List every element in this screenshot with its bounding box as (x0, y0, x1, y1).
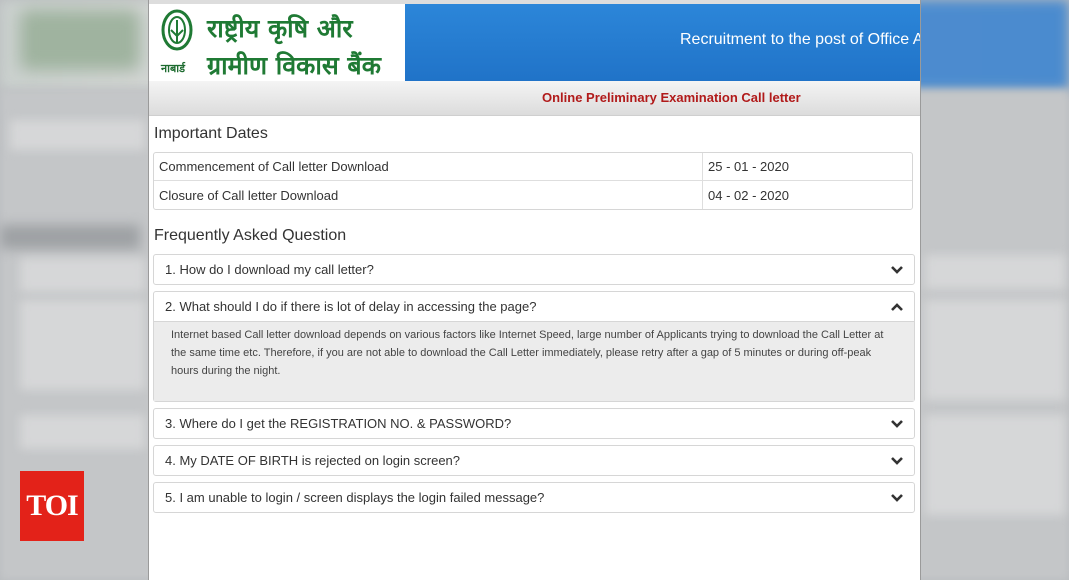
chevron-up-icon[interactable] (890, 300, 904, 314)
background-strip (20, 258, 145, 292)
date-value: 04 - 02 - 2020 (702, 181, 912, 209)
date-label: Closure of Call letter Download (159, 187, 339, 203)
faq-item-5: 5. I am unable to login / screen display… (153, 482, 915, 513)
recruitment-title: Recruitment to the post of Office A (680, 31, 921, 48)
call-letter-page: नाबार्ड राष्ट्रीय कृषि और ग्रामीण विकास … (148, 0, 921, 580)
background-strip (20, 300, 145, 390)
toi-watermark-logo: TOI (20, 471, 84, 541)
chevron-down-icon[interactable] (890, 454, 904, 468)
faq-answer: Internet based Call letter download depe… (154, 321, 914, 401)
background-strip (925, 255, 1065, 289)
table-row: Closure of Call letter Download 04 - 02 … (154, 181, 912, 209)
chevron-down-icon[interactable] (890, 491, 904, 505)
faq-question-toggle[interactable]: 1. How do I download my call letter? (154, 255, 914, 284)
background-strip (925, 415, 1065, 515)
date-label: Commencement of Call letter Download (154, 153, 702, 181)
org-name-line2: ग्रामीण विकास बैंक (207, 51, 381, 80)
site-header: नाबार्ड राष्ट्रीय कृषि और ग्रामीण विकास … (149, 0, 920, 81)
faq-question-toggle[interactable]: 2. What should I do if there is lot of d… (154, 292, 914, 321)
faq-question-text: 5. I am unable to login / screen display… (165, 490, 545, 505)
chevron-down-icon[interactable] (890, 263, 904, 277)
important-dates-table: Commencement of Call letter Download 25 … (153, 152, 913, 210)
faq-question-toggle[interactable]: 4. My DATE OF BIRTH is rejected on login… (154, 446, 914, 475)
faq-question-toggle[interactable]: 3. Where do I get the REGISTRATION NO. &… (154, 409, 914, 438)
faq-question-text: 4. My DATE OF BIRTH is rejected on login… (165, 453, 461, 468)
faq-heading: Frequently Asked Question (154, 227, 347, 244)
subheader-bar: Online Preliminary Examination Call lett… (149, 81, 920, 116)
faq-accordion: 1. How do I download my call letter? 2. … (153, 254, 915, 513)
emblem-label: नाबार्ड (161, 63, 185, 75)
chevron-down-icon[interactable] (890, 417, 904, 431)
faq-item-3: 3. Where do I get the REGISTRATION NO. &… (153, 408, 915, 439)
background-strip (20, 415, 145, 449)
page-subtitle: Online Preliminary Examination Call lett… (542, 90, 801, 105)
faq-item-1: 1. How do I download my call letter? (153, 254, 915, 285)
background-strip (10, 120, 145, 150)
background-strip (925, 300, 1065, 400)
org-name-line1: राष्ट्रीय कृषि और (207, 14, 353, 43)
nabard-emblem-icon (161, 9, 193, 51)
important-dates-heading: Important Dates (154, 125, 268, 142)
faq-item-4: 4. My DATE OF BIRTH is rejected on login… (153, 445, 915, 476)
header-title-bar: Recruitment to the post of Office A (405, 0, 920, 81)
background-logo-blur (20, 10, 140, 70)
main-content: Important Dates Commencement of Call let… (149, 125, 920, 513)
nabard-logo: नाबार्ड राष्ट्रीय कृषि और ग्रामीण विकास … (149, 0, 405, 81)
table-row: Commencement of Call letter Download 25 … (154, 153, 912, 181)
date-value: 25 - 01 - 2020 (702, 153, 912, 181)
faq-question-text: 2. What should I do if there is lot of d… (165, 299, 537, 314)
background-strip (0, 225, 140, 249)
faq-question-text: 1. How do I download my call letter? (165, 262, 374, 277)
faq-item-2: 2. What should I do if there is lot of d… (153, 291, 915, 402)
faq-question-text: 3. Where do I get the REGISTRATION NO. &… (165, 416, 512, 431)
faq-question-toggle[interactable]: 5. I am unable to login / screen display… (154, 483, 914, 512)
